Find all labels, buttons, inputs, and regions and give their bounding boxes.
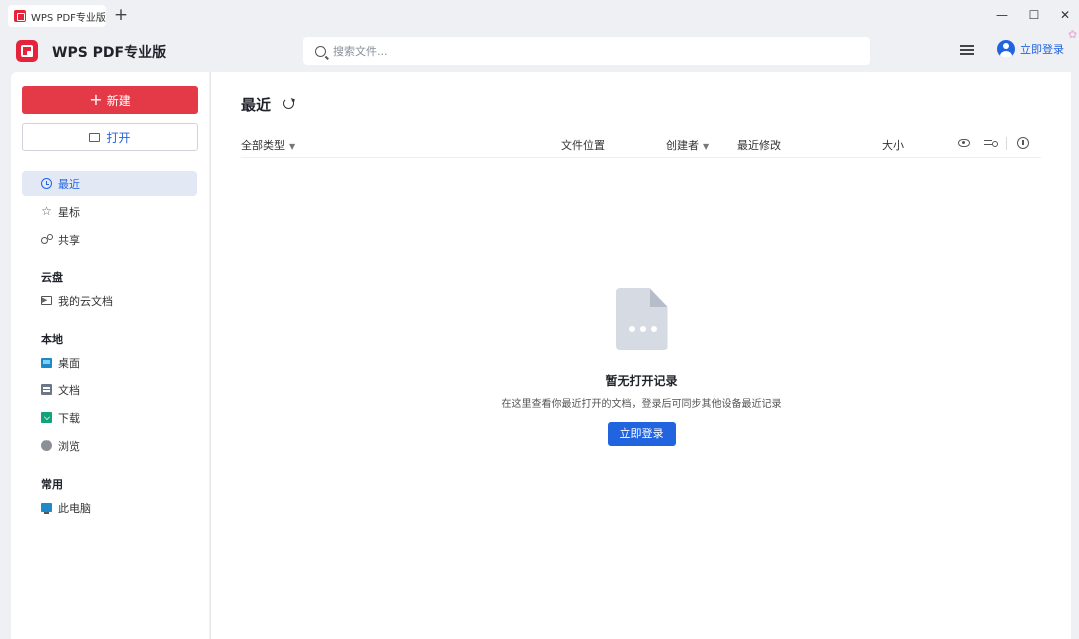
main-panel: 最近 全部类型 ▼ 文件位置 创建者 ▼ 最近修改 大小 暂无打开记录 在这里查看你… xyxy=(210,72,1071,639)
tab-title: WPS PDF专业版 xyxy=(31,12,106,24)
desktop-icon xyxy=(41,357,52,368)
sidebar-item-label: 共享 xyxy=(58,233,80,247)
close-button[interactable]: ✕ xyxy=(1055,5,1075,25)
section-title-common: 常用 xyxy=(41,478,63,491)
sidebar-item-downloads[interactable]: 下载 xyxy=(22,405,197,430)
sidebar-item-label: 我的云文档 xyxy=(58,294,113,308)
divider xyxy=(1006,137,1007,150)
maximize-button[interactable]: ☐ xyxy=(1024,5,1044,25)
sidebar-item-label: 下载 xyxy=(58,411,80,425)
column-size[interactable]: 大小 xyxy=(882,137,904,153)
sidebar-item-label: 最近 xyxy=(58,177,80,191)
page-title: 最近 xyxy=(241,96,272,114)
star-icon: ☆ xyxy=(41,204,52,218)
open-button-label: 打开 xyxy=(106,130,131,145)
login-link[interactable]: 立即登录 xyxy=(997,40,1064,58)
sidebar-item-recent[interactable]: 最近 xyxy=(22,171,197,196)
empty-state-description: 在这里查看你最近打开的文档，登录后可同步其他设备最近记录 xyxy=(501,399,782,410)
sidebar-item-label: 此电脑 xyxy=(58,501,91,515)
cloud-folder-icon xyxy=(41,296,52,305)
chevron-down-icon: ▼ xyxy=(289,142,296,151)
avatar-icon xyxy=(997,40,1015,58)
minimize-button[interactable]: — xyxy=(992,5,1012,25)
sidebar: + 新建 打开 最近 ☆ 星标 共享 云盘 ▶ 我的云文档 本地 桌面 文档 下… xyxy=(11,72,209,639)
table-header: 全部类型 ▼ 文件位置 创建者 ▼ 最近修改 大小 xyxy=(241,132,1041,158)
column-settings-icon[interactable] xyxy=(984,137,998,149)
column-creator: 创建者 xyxy=(666,139,699,152)
new-tab-button[interactable]: + xyxy=(112,5,130,25)
computer-icon xyxy=(41,503,52,514)
sidebar-item-desktop[interactable]: 桌面 xyxy=(22,350,197,375)
browse-icon xyxy=(41,436,52,451)
decoration-icon: ✿ xyxy=(1068,28,1078,41)
column-type: 全部类型 xyxy=(241,139,285,152)
section-title-local: 本地 xyxy=(41,333,63,346)
refresh-icon[interactable] xyxy=(283,98,294,109)
new-button-label: 新建 xyxy=(106,93,131,108)
login-label: 立即登录 xyxy=(1020,43,1064,56)
app-title: WPS PDF专业版 xyxy=(52,45,167,61)
settings-sliders-icon[interactable] xyxy=(960,43,974,57)
chevron-down-icon: ▼ xyxy=(703,142,710,151)
info-icon[interactable] xyxy=(1017,137,1029,149)
empty-document-icon xyxy=(615,288,668,350)
app-header: WPS PDF专业版 立即登录 xyxy=(0,30,1079,72)
empty-state-title: 暂无打开记录 xyxy=(605,374,678,388)
app-logo-icon xyxy=(16,40,38,62)
sidebar-item-label: 桌面 xyxy=(58,356,80,370)
search-box[interactable] xyxy=(303,37,870,65)
sidebar-item-documents[interactable]: 文档 xyxy=(22,377,197,402)
section-title-cloud: 云盘 xyxy=(41,271,63,284)
wps-pdf-logo-icon xyxy=(14,10,26,22)
sidebar-item-this-pc[interactable]: 此电脑 xyxy=(22,495,197,520)
login-button[interactable]: 立即登录 xyxy=(607,422,676,446)
creator-filter-dropdown[interactable]: 创建者 ▼ xyxy=(666,137,709,153)
download-icon xyxy=(41,412,52,423)
column-location: 文件位置 xyxy=(561,139,605,152)
column-modified[interactable]: 最近修改 xyxy=(737,137,781,153)
open-button[interactable]: 打开 xyxy=(22,123,198,151)
document-icon xyxy=(41,384,52,395)
folder-open-icon xyxy=(89,132,101,142)
type-filter-dropdown[interactable]: 全部类型 ▼ xyxy=(241,137,295,153)
share-icon xyxy=(41,234,53,245)
sidebar-item-label: 星标 xyxy=(58,205,80,219)
plus-icon: + xyxy=(89,90,103,109)
sidebar-item-label: 文档 xyxy=(58,383,80,397)
empty-state: 暂无打开记录 在这里查看你最近打开的文档，登录后可同步其他设备最近记录 立即登录 xyxy=(481,288,802,446)
eye-icon[interactable] xyxy=(958,139,970,147)
search-input[interactable] xyxy=(333,44,853,58)
search-icon xyxy=(315,45,326,57)
sidebar-item-label: 浏览 xyxy=(58,439,80,453)
sidebar-item-browse[interactable]: 浏览 xyxy=(22,433,197,458)
title-bar: WPS PDF专业版 + — ☐ ✕ xyxy=(0,0,1079,30)
sidebar-item-my-cloud-docs[interactable]: ▶ 我的云文档 xyxy=(22,288,197,313)
clock-icon xyxy=(41,178,52,189)
sidebar-item-starred[interactable]: ☆ 星标 xyxy=(22,199,197,224)
window-tab[interactable]: WPS PDF专业版 xyxy=(8,5,106,27)
sidebar-item-shared[interactable]: 共享 xyxy=(22,227,197,252)
new-button[interactable]: + 新建 xyxy=(22,86,198,114)
